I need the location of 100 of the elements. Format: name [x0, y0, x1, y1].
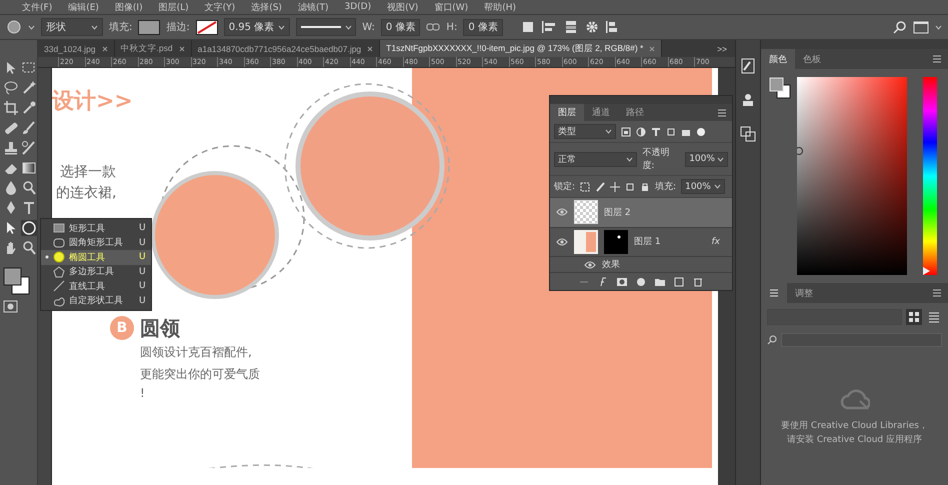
tool-menu-item[interactable]: 矩形工具 U — [41, 221, 151, 236]
opacity-field[interactable]: 100% — [685, 152, 728, 167]
blend-mode-dropdown[interactable]: 正常 — [554, 152, 638, 167]
move-arrows-icon[interactable] — [610, 182, 620, 192]
layer-comps-icon[interactable] — [740, 126, 756, 142]
shape-filter-icon[interactable] — [666, 126, 676, 137]
tool-menu-item[interactable]: 自定形状工具 U — [41, 294, 151, 308]
lock-icon[interactable] — [640, 182, 650, 192]
new-layer-icon[interactable] — [674, 276, 684, 287]
caret-icon — [935, 24, 942, 30]
fill-field[interactable]: 100% — [681, 179, 726, 194]
brush-icon[interactable] — [21, 120, 37, 136]
panel-tab[interactable]: 路径 — [618, 104, 652, 122]
type-icon[interactable] — [21, 200, 37, 216]
close-icon[interactable] — [367, 46, 374, 52]
width-label: W: — [362, 22, 375, 32]
panel-menu-icon[interactable] — [717, 108, 727, 117]
ellipse-icon[interactable] — [21, 220, 37, 236]
width-field[interactable]: 0 像素 — [380, 18, 420, 36]
search-icon[interactable] — [893, 20, 907, 34]
artboard-icon[interactable] — [625, 182, 636, 192]
effect-row[interactable]: 效果 — [550, 256, 732, 272]
history-brush-icon[interactable] — [21, 140, 37, 156]
menu-item[interactable]: 文件(F) — [22, 0, 52, 14]
eye-icon[interactable] — [556, 208, 568, 216]
menu-item[interactable]: 编辑(E) — [68, 0, 99, 14]
grid-view-icon[interactable] — [906, 309, 922, 325]
menu-item[interactable]: 窗口(W) — [434, 0, 468, 14]
droplet-icon[interactable] — [3, 180, 19, 196]
hue-slider-thumb[interactable] — [923, 267, 930, 275]
trash-icon[interactable] — [693, 276, 703, 287]
canvas-text: 更能突出你的可爱气质 — [140, 366, 260, 383]
menu-item[interactable]: 选择(S) — [251, 0, 282, 14]
close-icon[interactable] — [649, 46, 656, 52]
clone-source-icon[interactable] — [740, 92, 756, 108]
height-field[interactable]: 0 像素 — [463, 18, 503, 36]
panel-tab[interactable]: 图层 — [550, 104, 584, 122]
close-icon[interactable] — [102, 46, 108, 52]
menu-item[interactable]: 文字(Y) — [204, 0, 236, 14]
quick-mask-icon[interactable] — [3, 300, 19, 314]
wand-icon[interactable] — [21, 80, 37, 96]
panel-tab[interactable]: 通道 — [584, 104, 618, 122]
hue-slider[interactable] — [923, 77, 937, 275]
gear-icon[interactable] — [584, 20, 599, 34]
image-filter-icon[interactable] — [621, 126, 631, 137]
filter-dropdown[interactable]: 类型 — [554, 124, 616, 140]
panel-tab[interactable]: 调整 — [787, 283, 821, 303]
stroke-swatch[interactable] — [196, 20, 218, 34]
stroke-style-dropdown[interactable] — [296, 18, 356, 36]
tool-menu-item[interactable]: 圆角矩形工具 U — [41, 236, 151, 250]
chevron-down-icon — [278, 24, 286, 30]
mask-icon[interactable] — [617, 276, 627, 287]
menu-item[interactable]: 滤镜(T) — [298, 0, 328, 14]
crop-icon[interactable] — [3, 100, 19, 116]
type-filter-icon[interactable] — [651, 126, 661, 137]
tool-menu-item[interactable]: 直线工具 U — [41, 279, 151, 294]
color-swatches-icon[interactable] — [769, 77, 791, 101]
menu-item[interactable]: 图层(L) — [158, 0, 189, 14]
eye-icon[interactable] — [584, 260, 596, 269]
stroke-width-dropdown[interactable]: 0.95 像素 — [224, 18, 290, 36]
panel-tab[interactable]: 色板 — [795, 49, 829, 69]
menu-item[interactable]: 3D(D) — [344, 2, 372, 12]
tool-menu-item[interactable]: 多边形工具 U — [41, 264, 151, 279]
canvas-text: ! — [140, 386, 145, 400]
workspace-icon[interactable] — [913, 20, 929, 34]
rect-shape-icon — [53, 222, 65, 234]
adjustment-filter-icon[interactable] — [636, 126, 646, 137]
eyedropper-icon[interactable] — [21, 100, 37, 116]
menu-item[interactable]: 帮助(H) — [484, 0, 516, 14]
stamp-icon[interactable] — [3, 140, 19, 156]
gradient-icon[interactable] — [21, 160, 37, 176]
align-icon[interactable] — [540, 20, 557, 34]
layer-row[interactable]: 图层 2 — [550, 198, 732, 228]
align-edges-icon[interactable] — [604, 20, 619, 34]
close-icon[interactable] — [178, 46, 185, 52]
panel-menu-icon[interactable] — [932, 289, 942, 297]
lock-pixels-icon[interactable] — [580, 182, 590, 192]
panel-menu-icon[interactable] — [932, 55, 942, 63]
color-swatches-icon[interactable] — [3, 266, 31, 296]
lasso-icon[interactable] — [3, 80, 19, 96]
tabs-overflow-button[interactable]: >> — [709, 40, 735, 57]
fill-swatch[interactable] — [138, 20, 160, 34]
brush-icon[interactable] — [595, 182, 606, 192]
eye-icon[interactable] — [556, 238, 568, 246]
square-icon[interactable] — [520, 20, 535, 34]
link-icon[interactable] — [426, 22, 440, 32]
panel-tab[interactable]: 颜色 — [761, 49, 795, 69]
magnifier-icon[interactable] — [21, 180, 37, 196]
folder-icon[interactable] — [655, 276, 665, 287]
search-icon[interactable] — [767, 335, 777, 345]
brush-settings-icon[interactable] — [740, 58, 756, 74]
fx-icon[interactable] — [598, 276, 608, 287]
tool-menu-item[interactable]: 椭圆工具 U — [41, 250, 151, 264]
document-tab[interactable]: T1szNtFgpbXXXXXXX_!!0-item_pic.jpg @ 173% (图层 2, RGB/8#) * — [380, 40, 662, 57]
layer-row[interactable]: 图层 1 fx — [550, 228, 732, 257]
zoom-icon[interactable] — [21, 240, 37, 256]
chevron-down-icon — [605, 129, 612, 134]
mode-dropdown[interactable]: 形状 — [41, 18, 103, 36]
menu-item[interactable]: 视图(V) — [387, 0, 418, 14]
menu-item[interactable]: 图像(I) — [114, 0, 143, 14]
